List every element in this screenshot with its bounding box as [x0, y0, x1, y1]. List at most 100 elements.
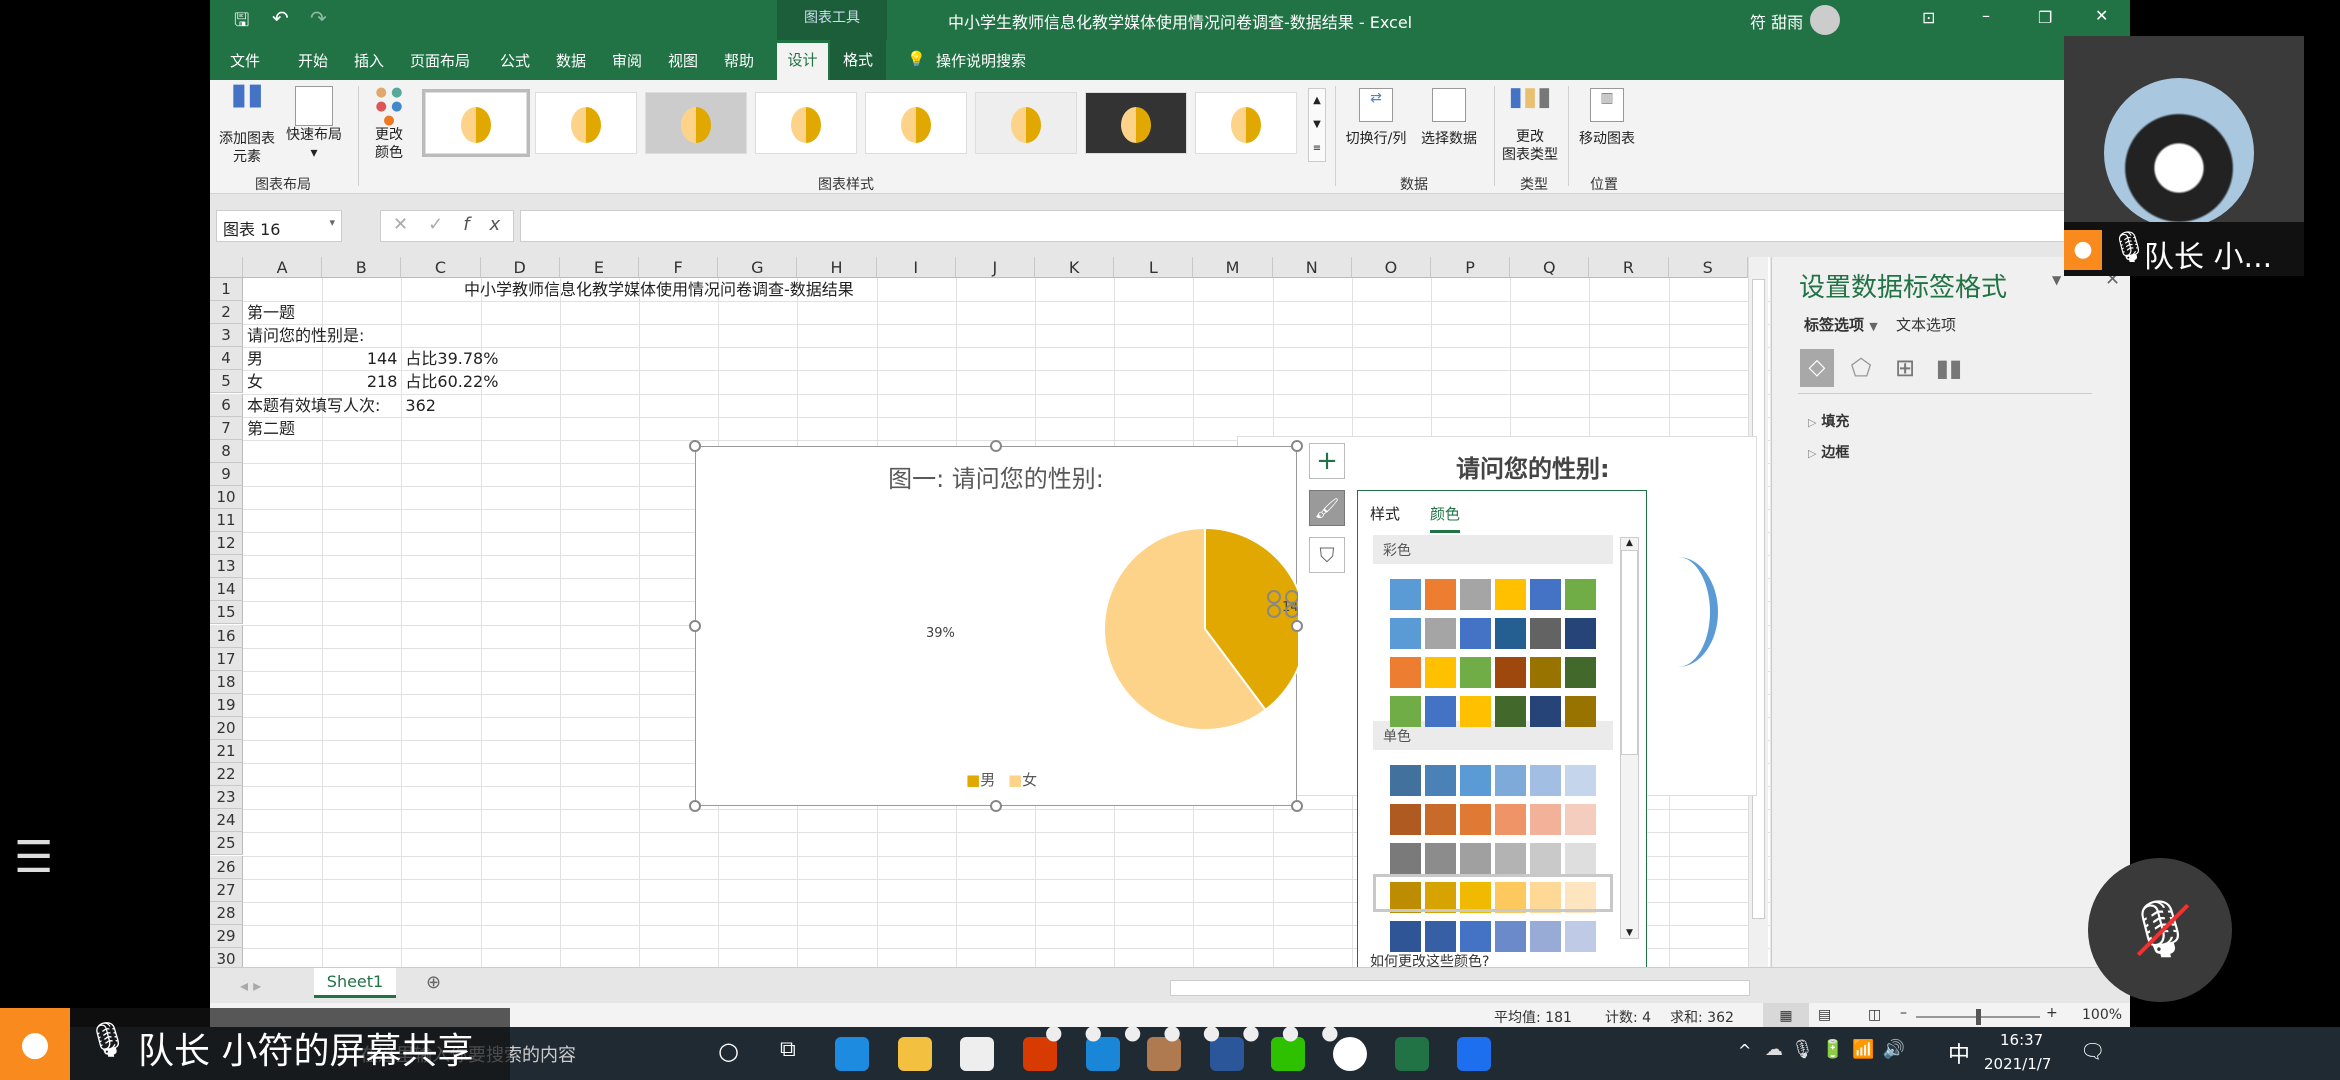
row-header[interactable]: 26: [210, 855, 243, 879]
tab-text-options[interactable]: 文本选项: [1896, 314, 1956, 335]
add-sheet-icon[interactable]: ⊕: [426, 972, 441, 993]
zoom-slider-thumb[interactable]: [1976, 1009, 1981, 1025]
monochromatic-swatch[interactable]: [1390, 921, 1421, 952]
row-header[interactable]: 21: [210, 740, 243, 764]
undo-icon[interactable]: ↶: [272, 6, 289, 30]
row-header[interactable]: 9: [210, 462, 243, 486]
monochromatic-swatch[interactable]: [1460, 843, 1491, 874]
zoom-slider[interactable]: [1916, 1009, 2040, 1025]
resize-handle[interactable]: [689, 620, 701, 632]
cell-c6[interactable]: 362: [405, 394, 436, 417]
tab-label-options[interactable]: 标签选项 ▼: [1804, 314, 1878, 335]
row-header[interactable]: 27: [210, 878, 243, 902]
cell-a2[interactable]: 第一题: [247, 301, 295, 324]
column-header[interactable]: L: [1114, 257, 1194, 278]
chart-pie[interactable]: 图一: 请问您的性别: 39%144 ■男 ■女: [695, 446, 1298, 806]
colorful-swatch[interactable]: [1390, 657, 1421, 688]
monochromatic-swatch[interactable]: [1530, 843, 1561, 874]
row-header[interactable]: 12: [210, 532, 243, 556]
column-header[interactable]: F: [639, 257, 719, 278]
scroll-thumb[interactable]: [1621, 550, 1638, 755]
zoom-level[interactable]: 100%: [2082, 1007, 2122, 1023]
cell-b4[interactable]: 144: [322, 347, 398, 370]
row-header[interactable]: 11: [210, 509, 243, 533]
tab-help[interactable]: 帮助: [724, 50, 754, 71]
row-header[interactable]: 17: [210, 647, 243, 671]
resize-handle[interactable]: [1291, 440, 1303, 452]
carousel-dots[interactable]: ●●●●●●●●: [1045, 1020, 1361, 1044]
monochromatic-swatch[interactable]: [1425, 843, 1456, 874]
tab-formulas[interactable]: 公式: [500, 50, 530, 71]
colorful-swatch[interactable]: [1425, 696, 1456, 727]
row-header[interactable]: 19: [210, 693, 243, 717]
move-chart-button[interactable]: ▥ 移动图表: [1572, 88, 1642, 148]
effects-icon[interactable]: ⬠: [1844, 349, 1878, 387]
colorful-swatch[interactable]: [1460, 696, 1491, 727]
cell-a7[interactable]: 第二题: [247, 417, 295, 440]
cell-c5[interactable]: 占比60.22%: [405, 370, 498, 393]
cell-a5[interactable]: 女: [247, 370, 263, 393]
normal-view-icon[interactable]: ▦: [1763, 1003, 1809, 1030]
chart-style-7[interactable]: [1085, 92, 1187, 154]
tab-insert[interactable]: 插入: [354, 50, 384, 71]
row-header[interactable]: 6: [210, 393, 243, 417]
column-header[interactable]: I: [876, 257, 956, 278]
select-all[interactable]: [210, 257, 243, 278]
row-header[interactable]: 24: [210, 809, 243, 833]
colorful-swatch[interactable]: [1565, 579, 1596, 610]
monochromatic-swatch[interactable]: [1495, 843, 1526, 874]
cell-title[interactable]: 中小学教师信息化教学媒体使用情况问卷调查-数据结果: [464, 278, 854, 301]
colorful-swatch[interactable]: [1565, 696, 1596, 727]
task-view-icon[interactable]: ⧉: [780, 1037, 796, 1062]
column-header[interactable]: H: [797, 257, 877, 278]
monochromatic-swatch[interactable]: [1565, 921, 1596, 952]
clock-time[interactable]: 16:37: [2000, 1031, 2043, 1049]
save-icon[interactable]: 🖫: [234, 8, 249, 38]
select-data-button[interactable]: 选择数据: [1414, 88, 1484, 148]
chart-style-4[interactable]: [755, 92, 857, 154]
zoom-in-button[interactable]: +: [2046, 1005, 2058, 1021]
chart-elements-button[interactable]: +: [1309, 443, 1345, 479]
colorful-swatch[interactable]: [1390, 696, 1421, 727]
monochromatic-swatch[interactable]: [1565, 765, 1596, 796]
tab-view[interactable]: 视图: [668, 50, 698, 71]
row-header[interactable]: 25: [210, 832, 243, 856]
tell-me-search[interactable]: 操作说明搜索: [936, 50, 1026, 71]
notification-icon[interactable]: 🗨: [2080, 1039, 2105, 1063]
resize-handle[interactable]: [689, 800, 701, 812]
colorful-swatch[interactable]: [1495, 696, 1526, 727]
section-fill[interactable]: ▷ 填充: [1808, 411, 1849, 431]
change-chart-type-button[interactable]: ▮▮▮ 更改 图表类型: [1500, 84, 1560, 164]
column-header[interactable]: M: [1193, 257, 1273, 278]
excel-taskbar-icon[interactable]: [1395, 1037, 1429, 1071]
tab-design[interactable]: 设计: [777, 43, 828, 80]
monochromatic-swatch[interactable]: [1390, 843, 1421, 874]
column-header[interactable]: S: [1668, 257, 1748, 278]
colorful-swatch[interactable]: [1495, 618, 1526, 649]
row-header[interactable]: 22: [210, 763, 243, 787]
monochromatic-swatch[interactable]: [1530, 765, 1561, 796]
row-header[interactable]: 29: [210, 924, 243, 948]
colorful-swatch[interactable]: [1425, 618, 1456, 649]
row-header[interactable]: 28: [210, 901, 243, 925]
formula-input[interactable]: [520, 210, 2130, 242]
tab-style[interactable]: 样式: [1370, 503, 1400, 524]
monochromatic-swatch[interactable]: [1390, 765, 1421, 796]
colorful-swatch[interactable]: [1530, 579, 1561, 610]
row-header[interactable]: 15: [210, 601, 243, 625]
fx-icon[interactable]: fx: [463, 214, 520, 235]
monochromatic-swatch[interactable]: [1425, 921, 1456, 952]
row-header[interactable]: 13: [210, 555, 243, 579]
row-header[interactable]: 10: [210, 485, 243, 509]
row-header[interactable]: 2: [210, 301, 243, 325]
chart-style-3[interactable]: [645, 92, 747, 154]
column-header[interactable]: J: [955, 257, 1035, 278]
monochromatic-swatch[interactable]: [1530, 804, 1561, 835]
user-name[interactable]: 符 甜雨: [1750, 9, 1803, 33]
colorful-swatch[interactable]: [1530, 657, 1561, 688]
monochromatic-swatch[interactable]: [1565, 843, 1596, 874]
column-header[interactable]: E: [559, 257, 639, 278]
horizontal-scrollbar[interactable]: [1170, 980, 1750, 996]
colorful-swatch[interactable]: [1425, 579, 1456, 610]
sheet-tab-sheet1[interactable]: Sheet1: [314, 968, 396, 998]
